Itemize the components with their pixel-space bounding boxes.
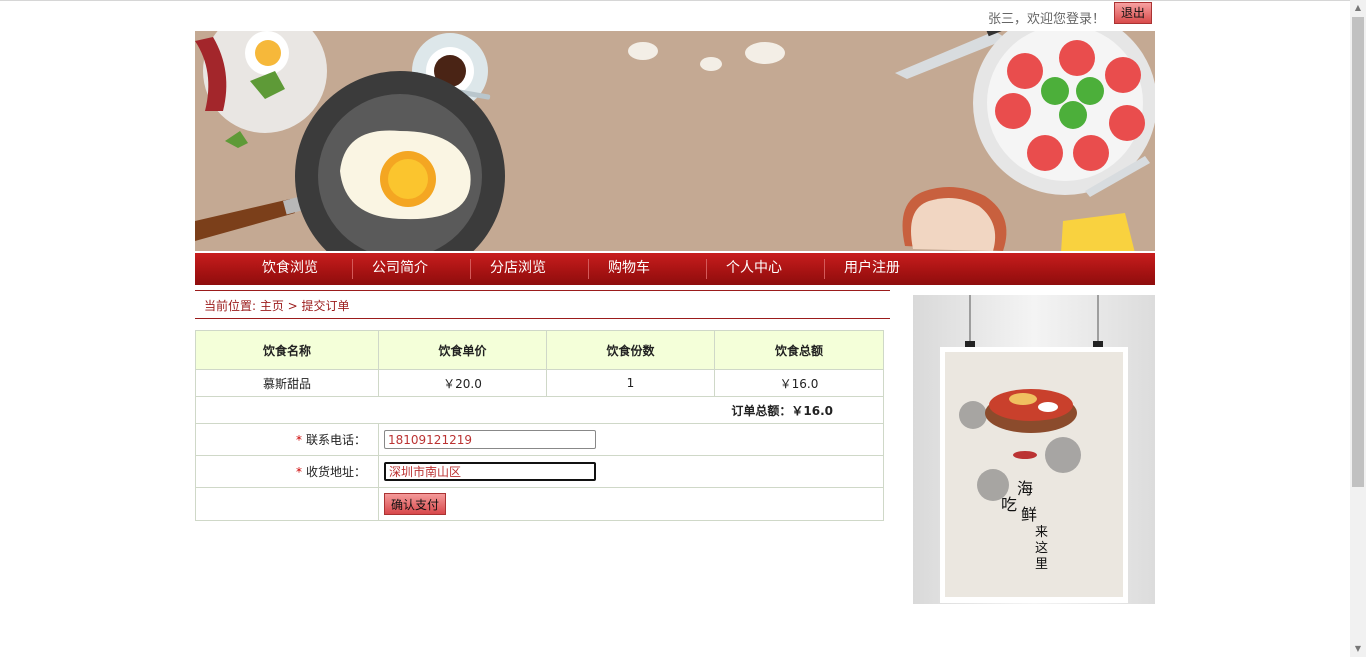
food-illustration <box>195 31 1155 251</box>
address-label-cell: * 收货地址： <box>195 455 379 488</box>
nav-item-register[interactable]: 用户注册 <box>844 253 900 285</box>
column-header: 饮食总额 <box>714 330 884 370</box>
nav-separator <box>352 259 353 279</box>
order-total: 订单总额：￥16.0 <box>195 396 884 424</box>
seafood-poster: 吃 海 鲜 来 这 里 <box>913 295 1155 604</box>
nav-item-profile[interactable]: 个人中心 <box>726 253 782 285</box>
address-input[interactable] <box>384 462 596 481</box>
food-name-cell: 慕斯甜品 <box>195 369 379 397</box>
nav-separator <box>588 259 589 279</box>
nav-item-branch-browse[interactable]: 分店浏览 <box>490 253 546 285</box>
poster-title-char: 吃 <box>1001 495 1018 514</box>
phone-input[interactable] <box>384 430 596 449</box>
address-input-cell <box>378 455 884 488</box>
column-header: 饮食名称 <box>195 330 379 370</box>
poster-image <box>940 295 1128 603</box>
poster-title-char: 海 <box>1017 479 1034 498</box>
nav-item-cart[interactable]: 购物车 <box>608 253 650 285</box>
welcome-text: 张三，欢迎您登录！ <box>987 12 1105 27</box>
breadcrumb: 当前位置: 主页 > 提交订单 <box>195 290 890 319</box>
unit-price-cell: ￥20.0 <box>378 369 547 397</box>
header-banner <box>195 31 1155 251</box>
scroll-up-icon[interactable]: ▲ <box>1350 0 1366 16</box>
breadcrumb-text: 当前位置: 主页 > 提交订单 <box>204 299 350 313</box>
nav-separator <box>706 259 707 279</box>
scroll-down-icon[interactable]: ▼ <box>1350 641 1366 657</box>
phone-input-cell <box>378 423 884 456</box>
nav-item-company-intro[interactable]: 公司简介 <box>372 253 428 285</box>
phone-label-cell: * 联系电话： <box>195 423 379 456</box>
order-total-row: 订单总额：￥16.0 <box>195 396 884 424</box>
quantity-cell: 1 <box>546 369 715 397</box>
vertical-scrollbar[interactable]: ▲ ▼ <box>1350 0 1366 657</box>
empty-cell <box>195 487 379 521</box>
order-table: 饮食名称 饮食单价 饮食份数 饮食总额 慕斯甜品 ￥20.0 1 ￥16.0 订… <box>195 330 884 521</box>
subtotal-cell: ￥16.0 <box>714 369 884 397</box>
confirm-pay-button[interactable]: 确认支付 <box>384 493 446 515</box>
column-header: 饮食单价 <box>378 330 547 370</box>
table-header-row: 饮食名称 饮食单价 饮食份数 饮食总额 <box>195 330 884 370</box>
logout-button[interactable]: 退出 <box>1114 2 1152 24</box>
phone-row: * 联系电话： <box>195 423 884 456</box>
address-label: 收货地址： <box>305 465 366 479</box>
nav-item-food-browse[interactable]: 饮食浏览 <box>262 253 318 285</box>
top-border <box>0 0 1350 1</box>
nav-separator <box>824 259 825 279</box>
required-mark: * <box>295 433 302 447</box>
nav-separator <box>470 259 471 279</box>
submit-row: 确认支付 <box>195 487 884 521</box>
poster-title-char: 里 <box>1035 557 1049 572</box>
scrollbar-thumb[interactable] <box>1352 17 1364 487</box>
required-mark: * <box>295 465 302 479</box>
submit-cell: 确认支付 <box>378 487 884 521</box>
phone-label: 联系电话： <box>305 433 366 447</box>
main-nav: 饮食浏览 公司简介 分店浏览 购物车 个人中心 用户注册 <box>195 253 1155 285</box>
column-header: 饮食份数 <box>546 330 715 370</box>
address-row: * 收货地址： <box>195 455 884 488</box>
table-row: 慕斯甜品 ￥20.0 1 ￥16.0 <box>195 369 884 397</box>
